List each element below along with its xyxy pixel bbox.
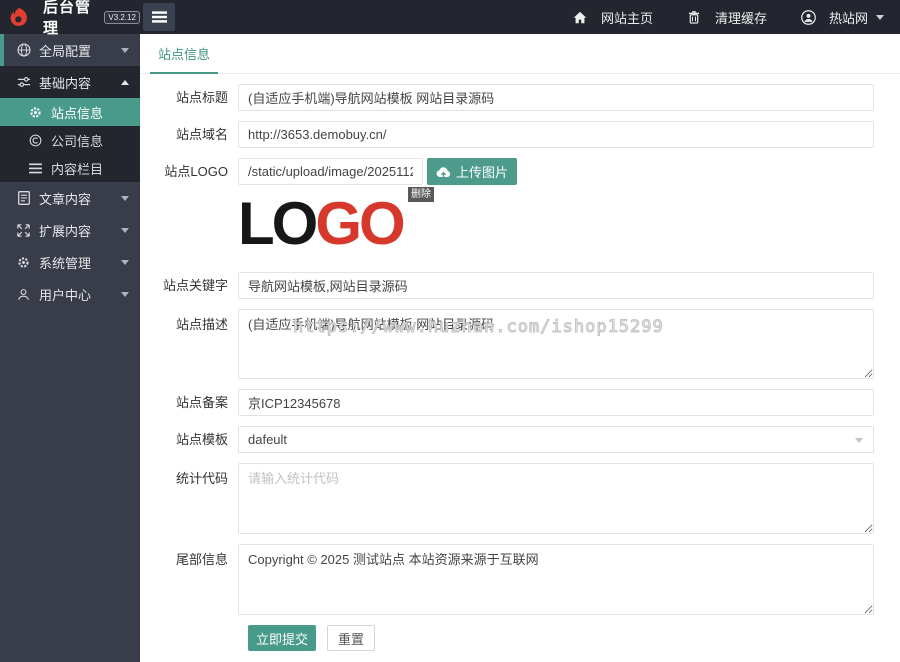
sidebar-item-company-info[interactable]: 公司信息	[0, 126, 140, 154]
site-template-select[interactable]: dafeult	[238, 426, 874, 453]
chevron-down-icon	[121, 292, 129, 297]
sidebar-item-label: 全局配置	[39, 41, 91, 60]
chevron-down-icon	[876, 15, 884, 20]
document-icon	[16, 191, 31, 205]
site-keywords-label: 站点关键字	[140, 272, 238, 299]
sidebar-item-system-management[interactable]: 系统管理	[0, 246, 140, 278]
main-content: 站点信息 站点标题 站点域名 站点LOGO 上传图片	[140, 34, 900, 662]
expand-icon	[16, 224, 31, 237]
sidebar-item-extended-content[interactable]: 扩展内容	[0, 214, 140, 246]
reset-button[interactable]: 重置	[327, 625, 375, 651]
site-title-input[interactable]	[238, 84, 874, 111]
globe-icon	[16, 43, 31, 57]
sidebar-item-basic-content[interactable]: 基础内容	[0, 66, 140, 98]
site-template-selected-value: dafeult	[248, 432, 287, 447]
nav-clear-cache[interactable]: 清理缓存	[687, 8, 767, 27]
sidebar-item-article-content[interactable]: 文章内容	[0, 182, 140, 214]
sidebar-item-content-columns[interactable]: 内容栏目	[0, 154, 140, 182]
site-logo-label: 站点LOGO	[140, 158, 238, 185]
top-nav: 网站主页 清理缓存 热站网	[539, 8, 900, 27]
upload-image-button[interactable]: 上传图片	[427, 158, 517, 185]
sidebar-item-label: 基础内容	[39, 73, 91, 92]
sidebar-item-label: 公司信息	[51, 131, 103, 150]
submit-button[interactable]: 立即提交	[248, 625, 316, 651]
footer-info-textarea[interactable]: Copyright © 2025 测试站点 本站资源来源于互联网	[238, 544, 874, 615]
form-row-logo-preview: LOGO 删除	[140, 191, 900, 257]
sidebar-item-label: 文章内容	[39, 189, 91, 208]
list-icon	[28, 163, 43, 174]
nav-site-home-label: 网站主页	[601, 8, 653, 27]
form-row-stats-code: 统计代码	[140, 463, 900, 534]
logo-preview-image: LOGO 删除	[238, 191, 426, 257]
site-title-label: 站点标题	[140, 84, 238, 111]
site-logo-path-input[interactable]	[238, 158, 423, 185]
chevron-down-icon	[855, 438, 863, 443]
form-row-site-title: 站点标题	[140, 84, 900, 111]
user-circle-icon	[801, 10, 816, 25]
form-row-site-icp: 站点备案	[140, 389, 900, 416]
chevron-down-icon	[121, 196, 129, 201]
site-icp-input[interactable]	[238, 389, 874, 416]
sidebar-item-label: 用户中心	[39, 285, 91, 304]
upload-image-label: 上传图片	[456, 162, 508, 181]
app-title: 后台管理	[43, 0, 99, 38]
logo-text-black: LO	[238, 190, 315, 257]
chevron-down-icon	[121, 260, 129, 265]
sliders-icon	[16, 75, 31, 89]
nav-site-home[interactable]: 网站主页	[573, 8, 653, 27]
sidebar-item-user-center[interactable]: 用户中心	[0, 278, 140, 310]
form-row-site-description: 站点描述 (自适应手机端)导航网站模板 网站目录源码	[140, 309, 900, 379]
stats-code-label: 统计代码	[140, 463, 238, 534]
home-icon	[573, 11, 588, 24]
sidebar-item-label: 系统管理	[39, 253, 91, 272]
version-badge: V3.2.12	[104, 11, 140, 24]
hamburger-icon	[152, 10, 167, 24]
brand: 后台管理 V3.2.12	[0, 0, 140, 38]
site-description-textarea[interactable]: (自适应手机端)导航网站模板 网站目录源码	[238, 309, 874, 379]
logo-text-red: GO	[315, 190, 402, 257]
sidebar-toggle-button[interactable]	[143, 3, 175, 31]
gear-icon	[28, 106, 43, 119]
cloud-upload-icon	[436, 166, 451, 178]
sidebar-item-label: 扩展内容	[39, 221, 91, 240]
tab-bar: 站点信息	[140, 34, 900, 74]
chevron-up-icon	[121, 80, 129, 85]
form-row-footer-info: 尾部信息 Copyright © 2025 测试站点 本站资源来源于互联网	[140, 544, 900, 615]
delete-logo-button[interactable]: 删除	[408, 187, 434, 202]
logo-word: LOGO	[238, 194, 403, 254]
site-domain-input[interactable]	[238, 121, 874, 148]
site-template-label: 站点模板	[140, 426, 238, 453]
site-domain-label: 站点域名	[140, 121, 238, 148]
site-description-label: 站点描述	[140, 309, 238, 379]
gear-icon	[16, 256, 31, 269]
site-icp-label: 站点备案	[140, 389, 238, 416]
sidebar-item-label: 站点信息	[51, 103, 103, 122]
nav-clear-cache-label: 清理缓存	[715, 8, 767, 27]
sidebar-item-label: 内容栏目	[51, 159, 103, 178]
nav-user-menu[interactable]: 热站网	[801, 8, 884, 27]
sidebar-item-global-config[interactable]: 全局配置	[0, 34, 140, 66]
form-row-site-logo: 站点LOGO 上传图片	[140, 158, 900, 185]
sidebar-item-site-info[interactable]: 站点信息	[0, 98, 140, 126]
tab-site-info[interactable]: 站点信息	[150, 44, 218, 74]
stats-code-textarea[interactable]	[238, 463, 874, 534]
logo-preview-spacer	[140, 191, 238, 257]
header: 后台管理 V3.2.12 网站主页	[0, 0, 900, 34]
sidebar-group-basic-content: 基础内容 站点信息 公司信息	[0, 66, 140, 182]
site-info-form: 站点标题 站点域名 站点LOGO 上传图片	[140, 74, 900, 651]
flame-logo-icon	[8, 6, 30, 28]
sidebar: 全局配置 基础内容 站点信息	[0, 34, 140, 662]
chevron-down-icon	[121, 48, 129, 53]
site-keywords-input[interactable]	[238, 272, 874, 299]
form-row-site-keywords: 站点关键字	[140, 272, 900, 299]
form-actions: 立即提交 重置	[248, 625, 900, 651]
form-row-site-domain: 站点域名	[140, 121, 900, 148]
copyright-icon	[28, 134, 43, 147]
footer-info-label: 尾部信息	[140, 544, 238, 615]
chevron-down-icon	[121, 228, 129, 233]
trash-icon	[687, 11, 702, 24]
form-row-site-template: 站点模板 dafeult	[140, 426, 900, 453]
nav-user-menu-label: 热站网	[829, 8, 868, 27]
user-icon	[16, 288, 31, 301]
